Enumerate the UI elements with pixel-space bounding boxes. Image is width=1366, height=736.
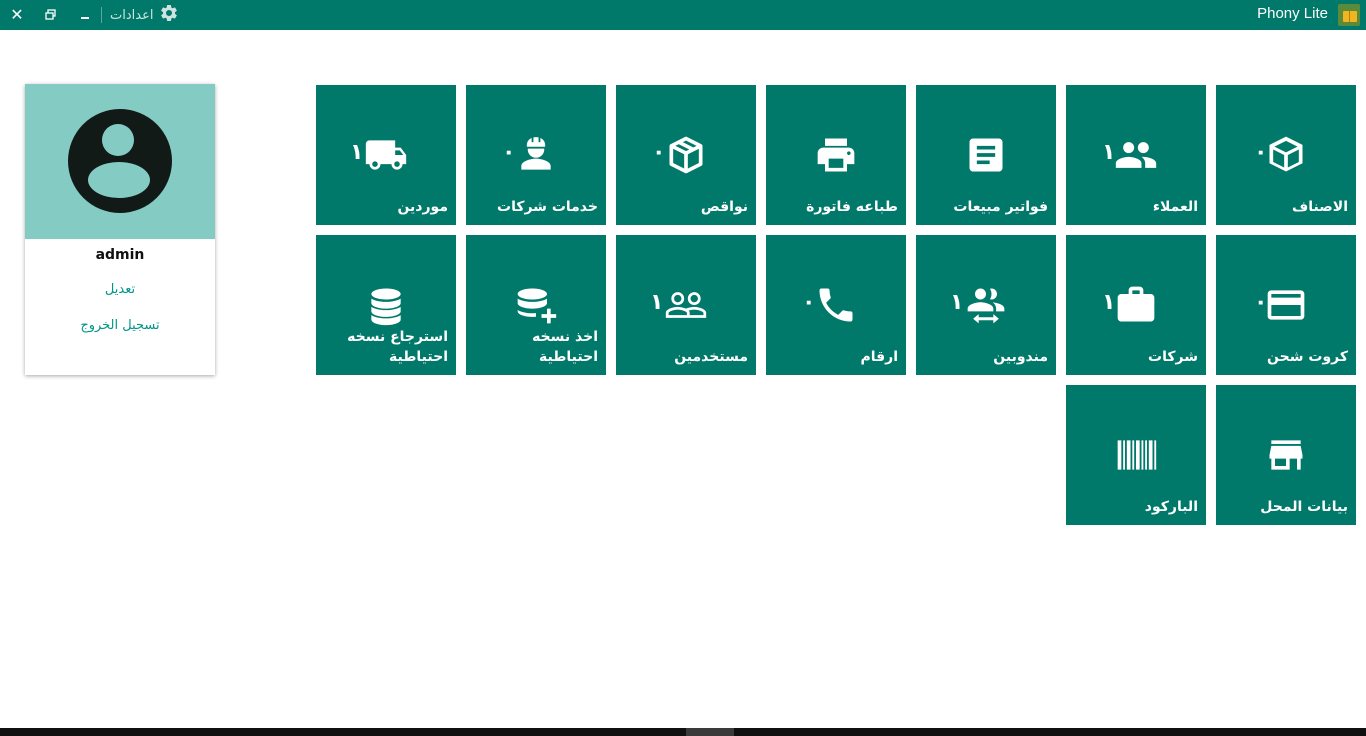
tile-label: كروت شحن: [1267, 349, 1348, 365]
restore-icon[interactable]: [42, 6, 60, 24]
tile-backup[interactable]: اخذ نسخه احتياطية: [466, 235, 606, 375]
briefcase-icon: [1114, 283, 1158, 327]
tile-numbers[interactable]: ٠ ارقام: [766, 235, 906, 375]
logout-link[interactable]: تسجيل الخروج: [25, 318, 215, 333]
people-exchange-icon: [964, 283, 1008, 327]
tile-companies[interactable]: ١ شركات: [1066, 235, 1206, 375]
database-plus-icon: [514, 283, 558, 327]
tile-label: بيانات المحل: [1260, 499, 1348, 515]
tile-badge: ١: [950, 290, 964, 315]
tile-print-invoice[interactable]: طباعه فاتورة: [766, 85, 906, 225]
phone-icon: [814, 283, 858, 327]
tile-charge-cards[interactable]: ٠ كروت شحن: [1216, 235, 1356, 375]
tile-label: مندوبين: [993, 349, 1048, 365]
tile-badge: ١: [650, 290, 664, 315]
gear-icon: [159, 3, 179, 27]
tile-suppliers[interactable]: ١ موردين: [316, 85, 456, 225]
close-icon[interactable]: ✕: [8, 6, 26, 24]
tile-label: خدمات شركات: [497, 199, 598, 215]
box-open-icon: [1264, 133, 1308, 177]
tile-company-services[interactable]: ٠ خدمات شركات: [466, 85, 606, 225]
app-title: Phony Lite: [1257, 5, 1328, 22]
people-icon: [1114, 133, 1158, 177]
tile-label: اخذ نسخه احتياطية: [532, 329, 598, 365]
profile-username: admin: [95, 247, 145, 263]
people-outline-icon: [664, 283, 708, 327]
truck-icon: [364, 133, 408, 177]
tile-sales-invoices[interactable]: فواتير مبيعات: [916, 85, 1056, 225]
tile-users[interactable]: ١ مستخدمين: [616, 235, 756, 375]
barcode-icon: [1114, 433, 1158, 477]
tile-label: الباركود: [1144, 499, 1198, 515]
title-bar: ✕ اعدادات Phony Lite: [0, 0, 1366, 30]
tile-shortages[interactable]: ٠ نواقص: [616, 85, 756, 225]
tile-restore-backup[interactable]: استرجاع نسخه احتياطية: [316, 235, 456, 375]
settings-label: اعدادات: [110, 7, 154, 23]
tile-shop-data[interactable]: بيانات المحل: [1216, 385, 1356, 525]
package-icon: [664, 133, 708, 177]
avatar-icon: [68, 109, 172, 213]
tile-label: استرجاع نسخه احتياطية: [347, 329, 448, 365]
tile-label: شركات: [1148, 349, 1198, 365]
credit-card-icon: [1264, 283, 1308, 327]
tile-label: موردين: [397, 199, 448, 215]
app-logo-icon: [1338, 4, 1360, 26]
tile-delegates[interactable]: ١ مندوبين: [916, 235, 1056, 375]
database-icon: [364, 283, 408, 327]
tile-barcode[interactable]: الباركود: [1066, 385, 1206, 525]
taskbar-active-item[interactable]: [686, 728, 734, 736]
document-icon: [964, 133, 1008, 177]
title-bar-divider: [101, 7, 102, 23]
edit-profile-link[interactable]: تعديل: [25, 282, 215, 297]
tile-label: فواتير مبيعات: [953, 199, 1048, 215]
tile-label: الاصناف: [1292, 199, 1348, 215]
tile-label: ارقام: [860, 349, 898, 365]
tile-categories[interactable]: ٠ الاصناف: [1216, 85, 1356, 225]
profile-card: admin تعديل تسجيل الخروج: [25, 84, 215, 375]
taskbar: [0, 728, 1366, 736]
tile-badge: ١: [350, 140, 364, 165]
settings-button[interactable]: اعدادات: [110, 4, 179, 26]
tile-label: طباعه فاتورة: [806, 199, 898, 215]
store-icon: [1264, 433, 1308, 477]
profile-photo: [25, 84, 215, 239]
tile-label: العملاء: [1152, 199, 1198, 215]
tile-label: مستخدمين: [674, 349, 748, 365]
tile-label: نواقص: [700, 199, 748, 215]
tile-customers[interactable]: ١ العملاء: [1066, 85, 1206, 225]
printer-icon: [814, 133, 858, 177]
engineer-icon: [514, 133, 558, 177]
minimize-icon[interactable]: [76, 6, 94, 24]
